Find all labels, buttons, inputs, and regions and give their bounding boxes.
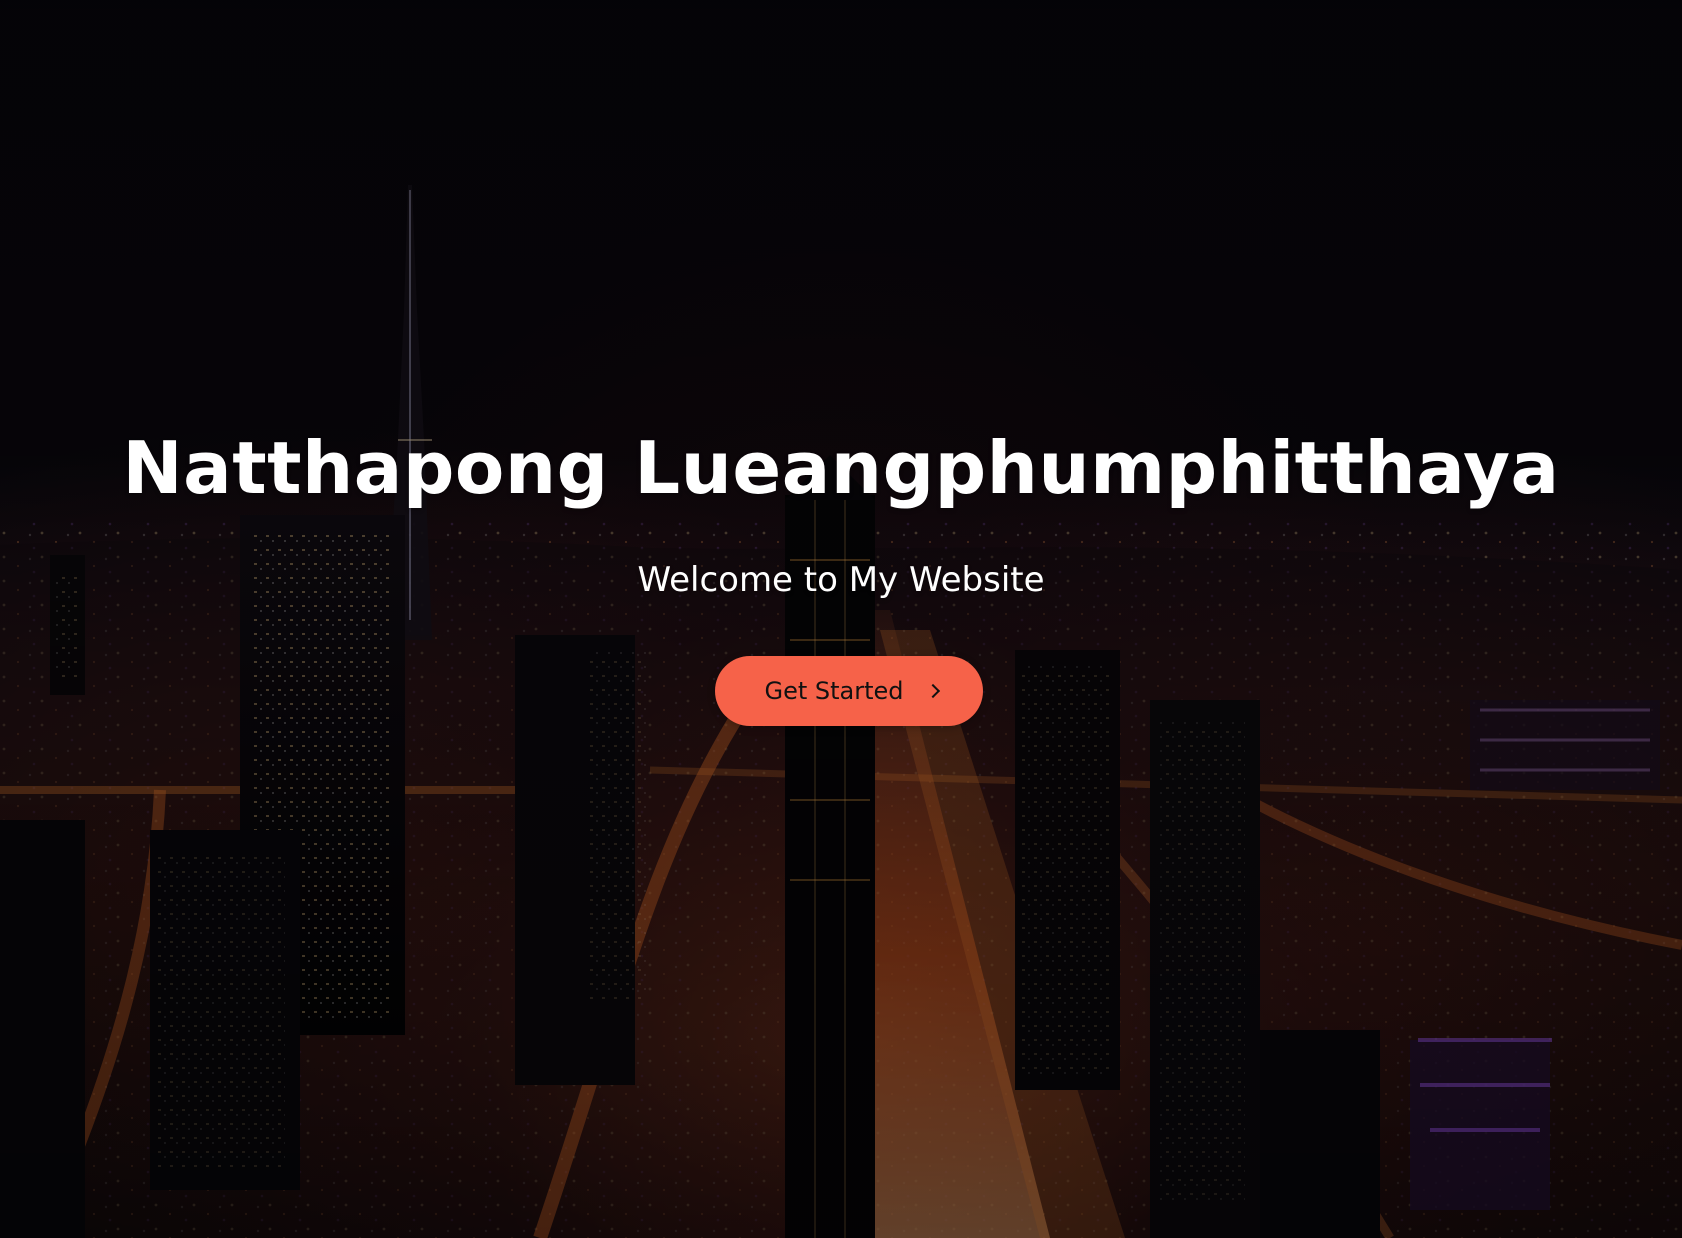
chevron-right-icon [926, 683, 942, 699]
get-started-label: Get Started [764, 677, 904, 705]
hero-section: Natthapong Lueangphumphitthaya Welcome t… [0, 0, 1682, 1238]
hero-content: Natthapong Lueangphumphitthaya Welcome t… [0, 0, 1682, 1238]
get-started-button[interactable]: Get Started [715, 656, 983, 726]
site-title: Natthapong Lueangphumphitthaya [122, 426, 1560, 510]
welcome-subtitle: Welcome to My Website [637, 560, 1045, 600]
